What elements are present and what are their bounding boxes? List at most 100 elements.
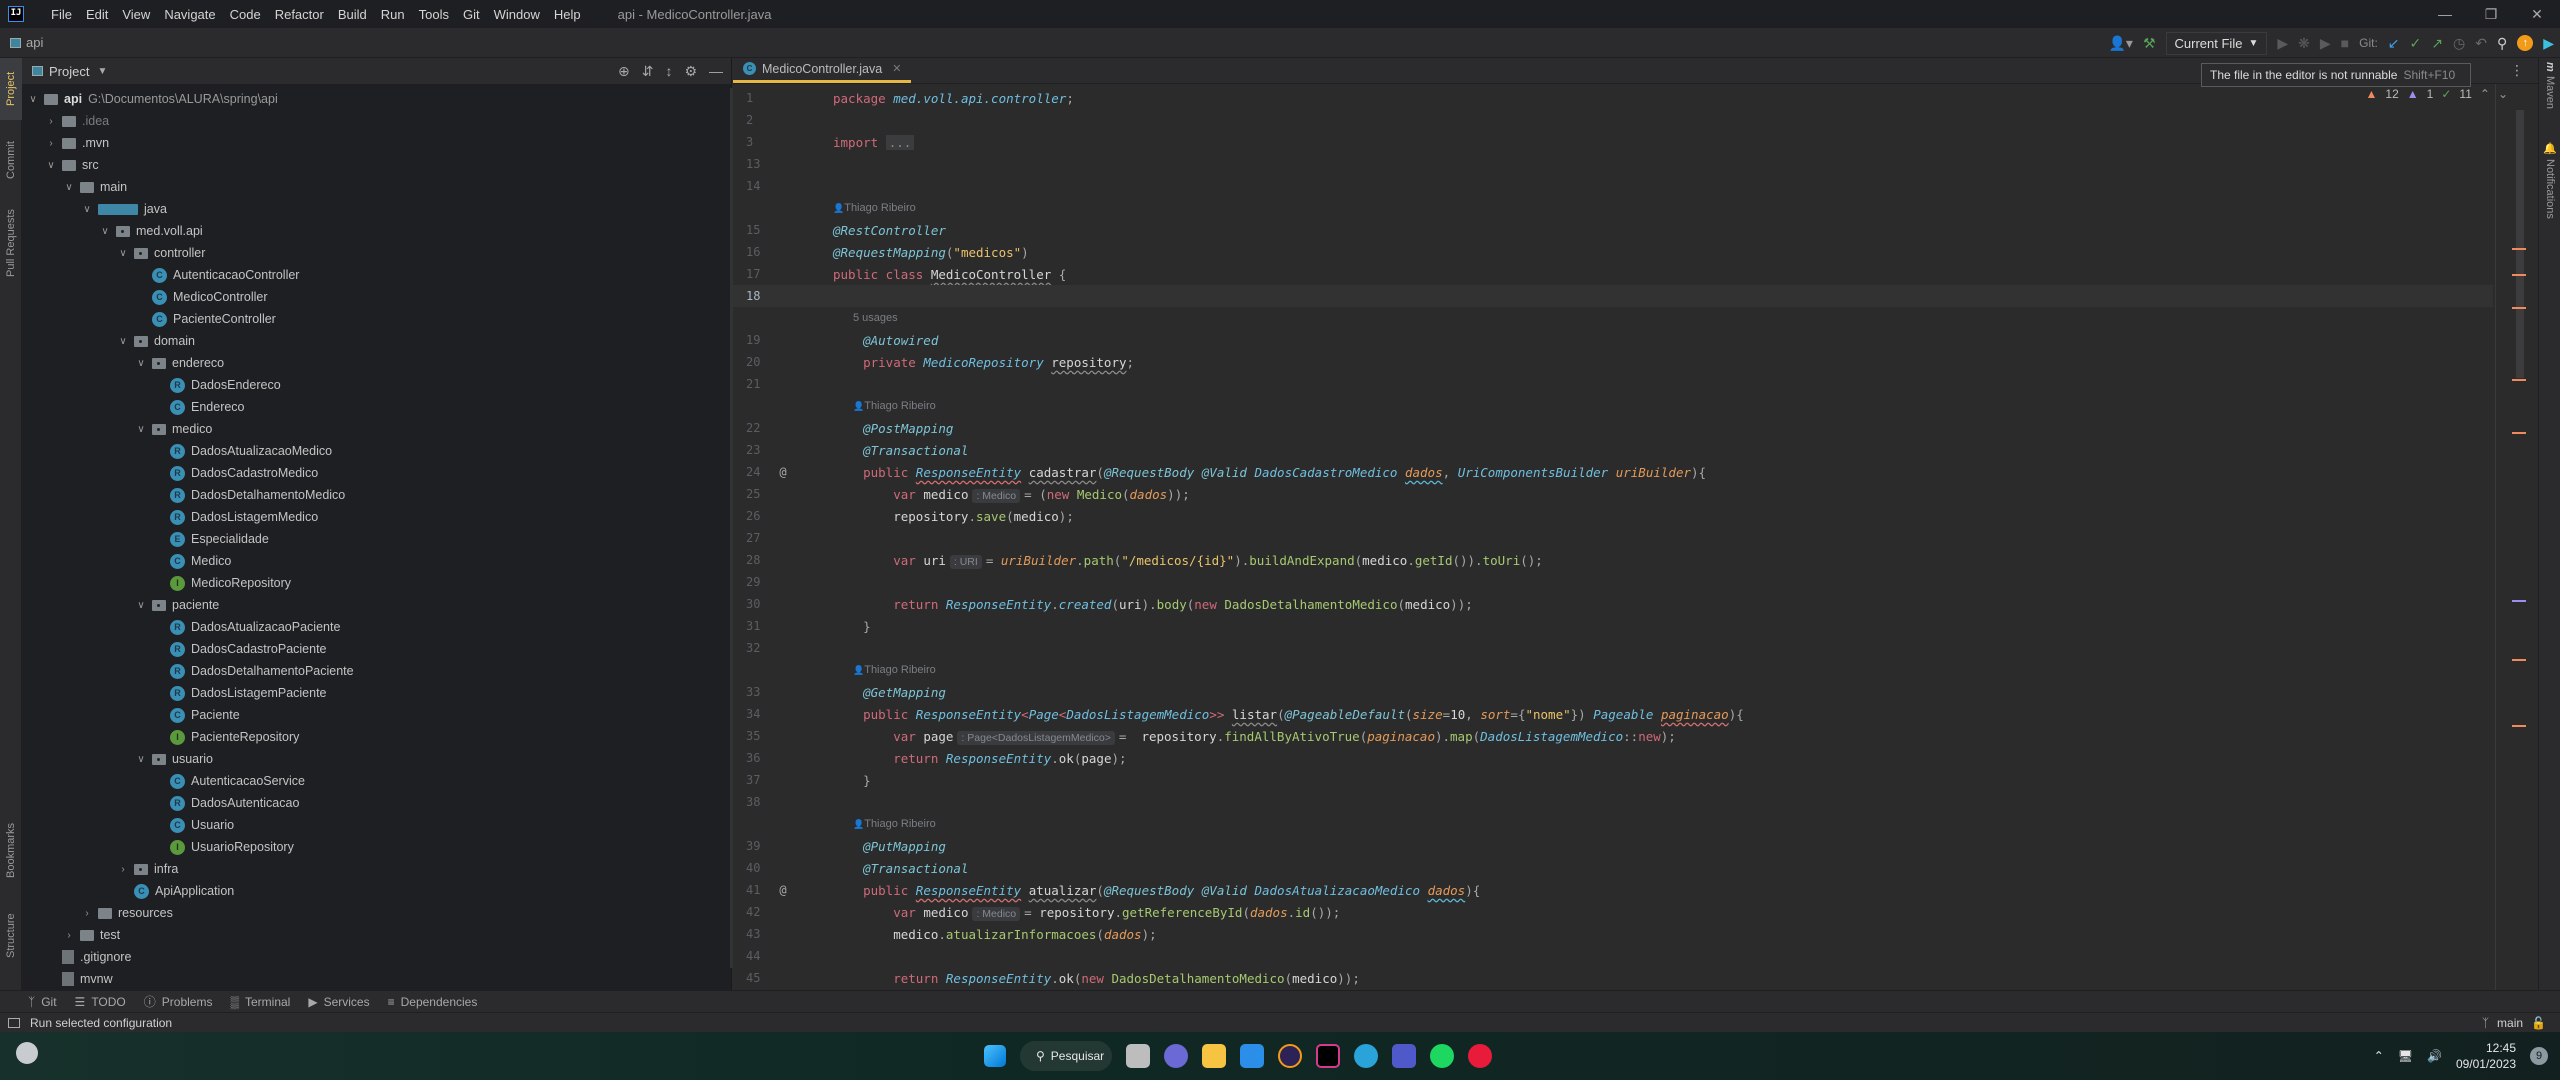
tree-item[interactable]: › infra: [116, 858, 178, 880]
code-area[interactable]: 1 package med.voll.api.controller; 2 3 impor…: [733, 84, 2538, 990]
tree-item[interactable]: ∨ paciente: [134, 594, 219, 616]
tree-item[interactable]: › .mvn: [44, 132, 109, 154]
clock[interactable]: 12:45 09/01/2023: [2456, 1040, 2516, 1072]
tree-item[interactable]: ∨ med.voll.api: [98, 220, 202, 242]
chevron-down-icon[interactable]: ∨: [134, 600, 148, 611]
code-line[interactable]: 20 private MedicoRepository repository;: [733, 351, 2493, 373]
tool-tab-structure[interactable]: Structure: [0, 900, 22, 972]
tool-tab-commit[interactable]: Commit: [0, 132, 22, 188]
chevron-down-icon[interactable]: ∨: [26, 94, 40, 105]
close-tab-icon[interactable]: ✕: [892, 62, 901, 75]
chevron-down-icon[interactable]: ∨: [134, 358, 148, 369]
tree-item[interactable]: R DadosAtualizacaoMedico: [152, 440, 332, 462]
minimize-icon[interactable]: —: [2422, 0, 2468, 28]
spotify-icon[interactable]: [1430, 1044, 1454, 1068]
tool-tab-project[interactable]: Project: [0, 58, 22, 120]
implementation-gutter-icon[interactable]: @: [773, 465, 793, 479]
tree-item[interactable]: R DadosCadastroMedico: [152, 462, 318, 484]
account-icon[interactable]: 👤▾: [2109, 35, 2133, 52]
code-line[interactable]: 29: [733, 571, 2493, 593]
intellij-icon[interactable]: [1316, 1044, 1340, 1068]
folded-imports[interactable]: ...: [885, 134, 915, 150]
tree-item[interactable]: C AutenticacaoService: [152, 770, 305, 792]
tree-item[interactable]: .gitignore: [44, 946, 131, 968]
code-line[interactable]: 27: [733, 527, 2493, 549]
tool-services[interactable]: ▶ Services: [308, 995, 369, 1009]
tree-item[interactable]: C MedicoController: [134, 286, 267, 308]
error-stripe-mark[interactable]: [2512, 432, 2526, 434]
tree-item[interactable]: C Paciente: [152, 704, 240, 726]
tree-root[interactable]: ∨ api G:\Documentos\ALURA\spring\api: [26, 88, 277, 110]
close-icon[interactable]: ✕: [2514, 0, 2560, 28]
tool-tab-maven[interactable]: m Maven: [2539, 62, 2560, 132]
code-line[interactable]: 31 }: [733, 615, 2493, 637]
code-line[interactable]: 30 return ResponseEntity.created(uri).bo…: [733, 593, 2493, 615]
file-explorer-icon[interactable]: [1202, 1044, 1226, 1068]
code-line[interactable]: 35 var page: Page<DadosListagemMedico> = …: [733, 725, 2493, 747]
code-line[interactable]: 17 public class MedicoController {: [733, 263, 2493, 285]
code-line[interactable]: 21: [733, 373, 2493, 395]
menu-refactor[interactable]: Refactor: [268, 7, 331, 22]
stop-icon[interactable]: ■: [2341, 35, 2349, 51]
tree-item[interactable]: C Endereco: [152, 396, 245, 418]
code-line[interactable]: 2: [733, 109, 2493, 131]
ide-update-icon[interactable]: ↑: [2517, 35, 2534, 51]
error-stripe-mark[interactable]: [2512, 600, 2526, 602]
tree-item[interactable]: R DadosListagemPaciente: [152, 682, 327, 704]
tree-item[interactable]: mvnw: [44, 968, 113, 990]
menu-git[interactable]: Git: [456, 7, 487, 22]
tab-medicocontroller[interactable]: C MedicoController.java ✕: [733, 57, 912, 83]
tree-item[interactable]: › resources: [80, 902, 173, 924]
git-branch-widget[interactable]: ᛉ main 🔓: [2482, 1016, 2546, 1030]
code-line[interactable]: 18: [733, 285, 2493, 307]
run-icon[interactable]: ▶: [2277, 35, 2288, 52]
code-line[interactable]: 19 @Autowired: [733, 329, 2493, 351]
breadcrumb[interactable]: api: [26, 35, 43, 50]
code-line[interactable]: 38: [733, 791, 2493, 813]
tree-item[interactable]: ∨ main: [62, 176, 127, 198]
code-vision-author[interactable]: 👤 Thiago Ribeiro: [853, 659, 936, 681]
menu-view[interactable]: View: [115, 7, 157, 22]
notification-badge[interactable]: 9: [2530, 1047, 2548, 1065]
tool-git[interactable]: ᛉ Git: [28, 995, 57, 1009]
tree-item[interactable]: I PacienteRepository: [152, 726, 299, 748]
code-line[interactable]: 41 @ public ResponseEntity atualizar(@Req…: [733, 879, 2493, 901]
code-line[interactable]: 39 @PutMapping: [733, 835, 2493, 857]
red-app-icon[interactable]: [1468, 1044, 1492, 1068]
code-line[interactable]: 45 return ResponseEntity.ok (new DadosDet…: [733, 967, 2493, 989]
tree-item[interactable]: C PacienteController: [134, 308, 276, 330]
code-with-me-icon[interactable]: ▶: [2543, 35, 2554, 52]
tool-tab-bookmarks[interactable]: Bookmarks: [0, 810, 22, 890]
vscode-icon[interactable]: [1240, 1044, 1264, 1068]
run-configuration-dropdown[interactable]: Current File ▼: [2165, 31, 2268, 55]
code-vision-usages[interactable]: 5 usages: [853, 307, 898, 329]
tree-item[interactable]: R DadosDetalhamentoPaciente: [152, 660, 354, 682]
tree-item[interactable]: E Especialidade: [152, 528, 269, 550]
tree-item[interactable]: ∨ java: [80, 198, 167, 220]
code-line[interactable]: 22 @PostMapping: [733, 417, 2493, 439]
code-line[interactable]: 25 var medico: Medico = (new Medico(dados…: [733, 483, 2493, 505]
code-line[interactable]: 3 import ...: [733, 131, 2493, 153]
chevron-down-icon[interactable]: ∨: [80, 204, 94, 215]
code-line[interactable]: 26 repository.save(medico);: [733, 505, 2493, 527]
tool-terminal[interactable]: ▒ Terminal: [230, 995, 290, 1009]
network-icon[interactable]: 🖥: [2398, 1049, 2413, 1063]
code-vision-author[interactable]: 👤 Thiago Ribeiro: [853, 813, 936, 835]
menu-edit[interactable]: Edit: [79, 7, 115, 22]
tree-item[interactable]: C Medico: [152, 550, 231, 572]
code-line[interactable]: 33 @GetMapping: [733, 681, 2493, 703]
implementation-gutter-icon[interactable]: @: [773, 883, 793, 897]
restore-icon[interactable]: ❐: [2468, 0, 2514, 28]
taskbar-search[interactable]: ⚲ Pesquisar: [1020, 1041, 1112, 1071]
start-icon[interactable]: [984, 1045, 1006, 1067]
code-line[interactable]: 43 medico.atualizarInformacoes(dados);: [733, 923, 2493, 945]
tree-item[interactable]: R DadosAutenticacao: [152, 792, 299, 814]
code-line[interactable]: 42 var medico: Medico = repository.getRef…: [733, 901, 2493, 923]
task-view-icon[interactable]: [1126, 1044, 1150, 1068]
tree-item[interactable]: C ApiApplication: [116, 880, 234, 902]
code-line[interactable]: 36 return ResponseEntity.ok(page);: [733, 747, 2493, 769]
code-line[interactable]: 23 @Transactional: [733, 439, 2493, 461]
tree-item[interactable]: C Usuario: [152, 814, 234, 836]
weather-icon[interactable]: [16, 1042, 38, 1064]
tool-problems[interactable]: ⓘ Problems: [144, 993, 213, 1010]
